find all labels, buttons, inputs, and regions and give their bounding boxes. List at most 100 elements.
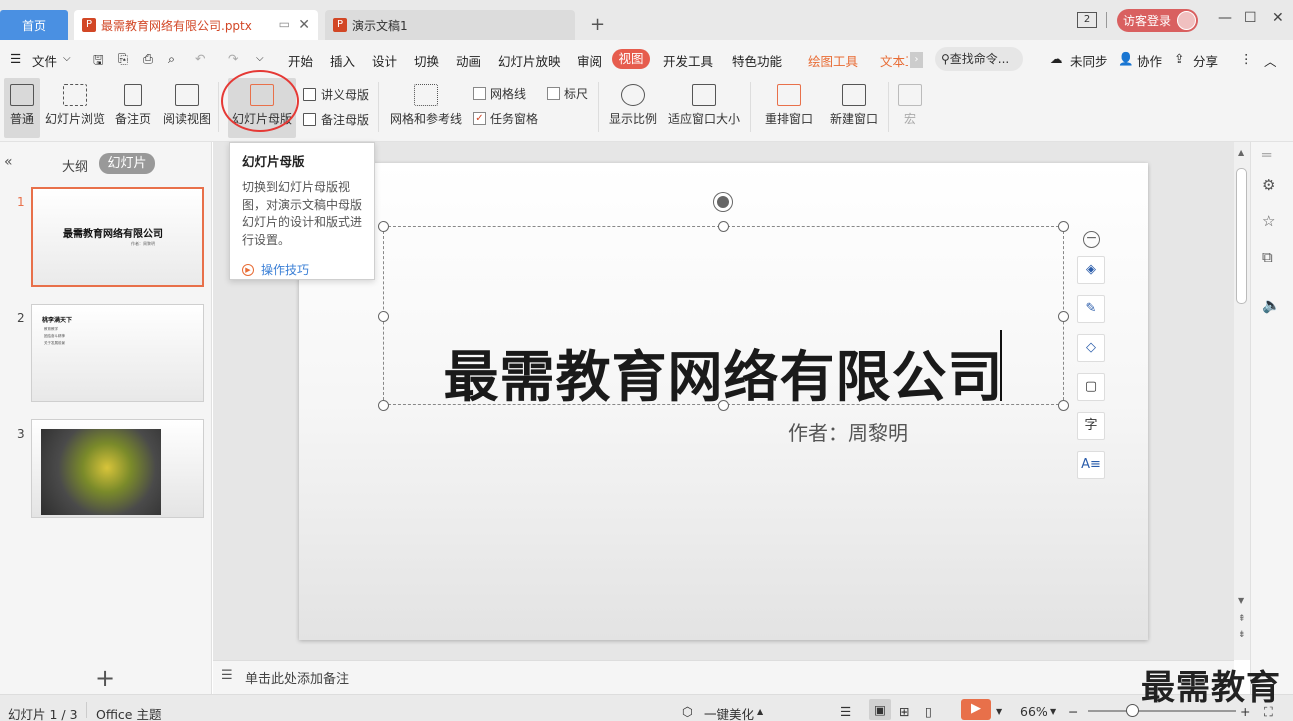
menu-design[interactable]: 设计 (372, 51, 397, 70)
scroll-right-icon[interactable]: › (910, 52, 923, 68)
arrange-windows-button[interactable]: 重排窗口 (758, 78, 820, 138)
zoom-level[interactable]: 66% (1020, 704, 1048, 719)
zoom-out-icon[interactable]: − (1068, 704, 1078, 719)
text-format-icon[interactable]: 字 (1077, 412, 1105, 440)
star-icon[interactable]: ☆ (1262, 212, 1275, 230)
play-slideshow-button[interactable]: ▶ (961, 699, 991, 720)
menu-insert[interactable]: 插入 (330, 51, 355, 70)
slide-thumbnail-3[interactable] (31, 419, 204, 518)
collapse-toolbar-icon[interactable]: − (1083, 231, 1100, 248)
task-pane-checkbox[interactable]: ✓ 任务窗格 (473, 110, 538, 127)
resize-handle[interactable] (378, 221, 389, 232)
menu-text-tools[interactable]: 文本工 (880, 51, 908, 70)
normal-view-icon[interactable]: ▣ (869, 699, 891, 720)
chevron-down-icon[interactable]: ▼ (1050, 707, 1056, 716)
tab-active-document[interactable]: P 最需教育网络有限公司.pptx ▭ ✕ (74, 10, 318, 40)
zoom-button[interactable]: 显示比例 (607, 78, 659, 138)
collab-button[interactable]: 协作 (1137, 51, 1162, 70)
fit-window-button[interactable]: 适应窗口大小 (666, 78, 742, 138)
chevron-down-icon[interactable]: ▼ (996, 707, 1002, 716)
drag-handle-icon[interactable]: ═ (1262, 146, 1271, 164)
search-input[interactable]: ⚲查找命令... (935, 47, 1023, 71)
tab-document-2[interactable]: P 演示文稿1 (325, 10, 575, 40)
sync-status[interactable]: 未同步 (1070, 51, 1108, 70)
menu-special[interactable]: 特色功能 (732, 51, 782, 70)
menu-developer[interactable]: 开发工具 (663, 51, 713, 70)
notes-pane[interactable] (213, 660, 1234, 694)
notes-placeholder[interactable]: 单击此处添加备注 (245, 668, 349, 687)
zoom-slider[interactable] (1088, 710, 1236, 712)
save-icon[interactable]: 🖫 (93, 51, 104, 72)
add-slide-button[interactable]: + (95, 664, 115, 692)
rotate-handle-icon[interactable] (714, 193, 732, 211)
more-options-icon[interactable]: ⋮ (1240, 51, 1253, 66)
resize-handle[interactable] (1058, 311, 1069, 322)
more-icon[interactable]: ⌵ (256, 53, 264, 64)
normal-view-button[interactable]: 普通 (4, 78, 40, 138)
menu-drawing-tools[interactable]: 绘图工具 (808, 51, 858, 70)
menu-view[interactable]: 视图 (612, 49, 650, 69)
sorter-view-icon[interactable]: ⊞ (899, 704, 909, 719)
close-tab-icon[interactable]: ✕ (298, 17, 310, 33)
share-button[interactable]: 分享 (1193, 51, 1218, 70)
export-icon[interactable]: ⎘ (118, 51, 128, 67)
theme-name[interactable]: Office 主题 (96, 704, 161, 721)
text-style-icon[interactable]: A≡ (1077, 451, 1105, 479)
handout-master-button[interactable]: 讲义母版 (303, 86, 369, 103)
tab-outline[interactable]: 大纲 (62, 156, 88, 175)
notes-master-button[interactable]: 备注母版 (303, 111, 369, 128)
menu-review[interactable]: 审阅 (577, 51, 602, 70)
minimize-icon[interactable]: — (1218, 10, 1232, 26)
slide-thumbnail-2[interactable]: 桃李满天下 教育教学 团结奋斗精神 关于发展前景 (31, 304, 204, 402)
scroll-up-icon[interactable]: ▲ (1238, 148, 1244, 157)
slide-title[interactable]: 最需教育网络有限公司 (383, 332, 1064, 412)
tooltip-tips-link[interactable]: ▶ 操作技巧 (242, 261, 362, 278)
print-icon[interactable]: ⎙ (143, 51, 153, 67)
maximize-icon[interactable]: ☐ (1244, 10, 1257, 26)
collapse-ribbon-icon[interactable]: ︿ (1264, 51, 1277, 70)
outline-icon[interactable]: ▢ (1077, 373, 1105, 401)
speaker-icon[interactable]: 🔈 (1262, 296, 1281, 314)
hamburger-icon[interactable]: ☰ (10, 51, 21, 66)
collapse-panel-icon[interactable]: « (4, 154, 13, 170)
prev-slide-icon[interactable]: ⇞ (1238, 614, 1246, 624)
new-tab-button[interactable]: + (590, 14, 605, 35)
reading-view-icon[interactable]: ▯ (925, 704, 932, 719)
menu-start[interactable]: 开始 (288, 51, 313, 70)
reading-view-button[interactable]: 阅读视图 (161, 78, 213, 138)
preview-icon[interactable]: ⌕ (168, 51, 175, 67)
grid-guides-button[interactable]: 网格和参考线 (388, 78, 464, 138)
redo-icon[interactable]: ↷ (228, 51, 238, 66)
menu-transition[interactable]: 切换 (414, 51, 439, 70)
notes-page-button[interactable]: 备注页 (112, 78, 154, 138)
zoom-slider-knob[interactable] (1126, 704, 1139, 717)
slide-author[interactable]: 作者：周黎明 (788, 417, 908, 446)
new-window-button[interactable]: 新建窗口 (828, 78, 880, 138)
menu-slideshow[interactable]: 幻灯片放映 (498, 51, 561, 70)
slide-sorter-button[interactable]: 幻灯片浏览 (44, 78, 106, 138)
macro-button[interactable]: 宏 (896, 78, 924, 138)
layers-icon[interactable]: ◈ (1077, 256, 1105, 284)
fill-icon[interactable]: ◇ (1077, 334, 1105, 362)
scroll-down-icon[interactable]: ▼ (1238, 596, 1244, 605)
ruler-checkbox[interactable]: 标尺 (547, 85, 588, 102)
copy-icon[interactable]: ⧉ (1262, 248, 1273, 266)
tab-slides[interactable]: 幻灯片 (99, 153, 155, 174)
login-button[interactable]: 访客登录 (1117, 9, 1198, 32)
slide-thumbnail-1[interactable]: 最需教育网络有限公司 作者：周黎明 (31, 187, 204, 287)
undo-icon[interactable]: ↶ (195, 51, 205, 66)
notes-toggle-icon[interactable]: ☰ (840, 704, 851, 719)
resize-handle[interactable] (378, 311, 389, 322)
next-slide-icon[interactable]: ⇟ (1238, 630, 1246, 640)
tab-home[interactable]: 首页 (0, 10, 68, 40)
close-window-icon[interactable]: ✕ (1272, 10, 1284, 26)
monitor-icon[interactable]: ▭ (279, 17, 290, 31)
resize-handle[interactable] (718, 221, 729, 232)
caret-up-icon[interactable]: ▲ (757, 707, 763, 716)
gridlines-checkbox[interactable]: 网格线 (473, 85, 526, 102)
brush-icon[interactable]: ✎ (1077, 295, 1105, 323)
resize-handle[interactable] (1058, 221, 1069, 232)
adjust-icon[interactable]: ⚙ (1262, 176, 1275, 194)
menu-animation[interactable]: 动画 (456, 51, 481, 70)
scrollbar-thumb[interactable] (1236, 168, 1247, 304)
